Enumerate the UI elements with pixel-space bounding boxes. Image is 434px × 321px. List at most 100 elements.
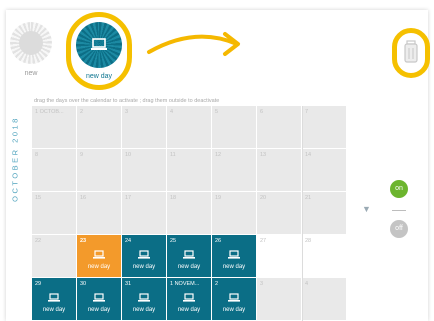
calendar-day-cell[interactable]: 3 (257, 278, 301, 320)
day-number: 1 OCTOB... (35, 109, 64, 115)
calendar-day-cell[interactable]: 12 (212, 149, 256, 191)
calendar-day-cell[interactable]: 5 (212, 106, 256, 148)
drag-hint-text: drag the days over the calendar to activ… (34, 98, 220, 104)
calendar-day-cell[interactable]: 25 new day (167, 235, 211, 277)
day-number: 16 (80, 195, 87, 201)
day-number: 11 (170, 152, 176, 158)
scroll-down-arrow-icon[interactable]: ▼ (362, 204, 371, 214)
day-number: 28 (305, 238, 312, 244)
calendar-day-cell[interactable]: 18 (167, 192, 211, 234)
calendar-grid: 1 OCTOB... 2 3 4 5 6 7 8 9 10 11 12 13 14 15 16 17 18 19 20… (32, 106, 346, 321)
day-number: 29 (35, 281, 42, 287)
day-label: new day (222, 307, 246, 313)
calendar-day-cell[interactable]: 13 (257, 149, 301, 191)
laptop-icon (93, 247, 105, 265)
toggle-on-button[interactable]: on (390, 180, 408, 198)
month-label-text: OCTOBER 2018 (10, 116, 20, 202)
calendar-day-cell[interactable]: 4 (302, 278, 346, 320)
day-number: 18 (170, 195, 177, 201)
laptop-icon (228, 290, 240, 308)
new-day-tile[interactable] (76, 22, 122, 68)
calendar-day-cell[interactable]: 23 new day (77, 235, 121, 277)
trash-icon[interactable] (404, 40, 418, 64)
day-label: new day (132, 307, 156, 313)
laptop-icon (91, 38, 107, 50)
calendar-day-cell[interactable]: 22 (32, 235, 76, 277)
calendar-day-cell[interactable]: 10 (122, 149, 166, 191)
laptop-icon (93, 290, 105, 308)
day-number: 2 (215, 281, 219, 287)
calendar-day-cell[interactable]: 29 new day (32, 278, 76, 320)
new-day-label: new day (85, 73, 113, 80)
laptop-icon (138, 290, 150, 308)
calendar-day-cell[interactable]: 4 (167, 106, 211, 148)
new-day-template-sun-icon[interactable] (10, 22, 52, 64)
calendar-day-cell[interactable]: 8 (32, 149, 76, 191)
drag-arrow-icon (147, 32, 240, 56)
calendar-day-cell[interactable]: 11 (167, 149, 211, 191)
day-label: new day (87, 264, 111, 270)
day-label: new day (177, 307, 201, 313)
day-number: 20 (260, 195, 267, 201)
calendar-day-cell[interactable]: 16 (77, 192, 121, 234)
day-number: 10 (125, 152, 132, 158)
day-number: 31 (125, 281, 132, 287)
calendar-day-cell[interactable]: 1 OCTOB... (32, 106, 76, 148)
day-number: 2 (80, 109, 84, 115)
day-label: new day (87, 307, 111, 313)
calendar-day-cell[interactable]: 3 (122, 106, 166, 148)
calendar-day-cell[interactable]: 28 (302, 235, 346, 277)
day-number: 26 (215, 238, 222, 244)
day-number: 7 (305, 109, 309, 115)
calendar-day-cell[interactable]: 27 (257, 235, 301, 277)
calendar-day-cell[interactable]: 24 new day (122, 235, 166, 277)
toggle-divider (392, 210, 406, 211)
day-label: new day (177, 264, 201, 270)
toggle-off-button[interactable]: off (390, 220, 408, 238)
day-number: 14 (305, 152, 312, 158)
day-number: 12 (215, 152, 222, 158)
day-number: 25 (170, 238, 177, 244)
day-number: 24 (125, 238, 132, 244)
calendar-day-cell[interactable]: 2 (77, 106, 121, 148)
calendar-day-cell[interactable]: 21 (302, 192, 346, 234)
calendar-day-cell[interactable]: 9 (77, 149, 121, 191)
day-number: 27 (260, 238, 267, 244)
calendar-divider (302, 106, 303, 321)
day-label: new day (132, 264, 156, 270)
calendar-day-cell[interactable]: 26 new day (212, 235, 256, 277)
day-number: 21 (305, 195, 312, 201)
calendar-day-cell[interactable]: 20 (257, 192, 301, 234)
day-number: 1 NOVEM... (170, 281, 200, 287)
calendar-day-cell[interactable]: 2 new day (212, 278, 256, 320)
day-number: 9 (80, 152, 84, 158)
day-number: 17 (125, 195, 132, 201)
calendar-day-cell[interactable]: 30 new day (77, 278, 121, 320)
day-label: new day (222, 264, 246, 270)
new-template-label: new (24, 70, 38, 77)
calendar-day-cell[interactable]: 19 (212, 192, 256, 234)
laptop-icon (48, 290, 60, 308)
month-label: OCTOBER 2018 (2, 104, 28, 214)
calendar-day-cell[interactable]: 31 new day (122, 278, 166, 320)
laptop-icon (183, 290, 195, 308)
day-number: 6 (260, 109, 264, 115)
calendar-day-cell[interactable]: 17 (122, 192, 166, 234)
calendar-day-cell[interactable]: 7 (302, 106, 346, 148)
day-number: 22 (35, 238, 42, 244)
calendar-day-cell[interactable]: 6 (257, 106, 301, 148)
day-number: 4 (305, 281, 309, 287)
calendar-day-cell[interactable]: 14 (302, 149, 346, 191)
day-number: 8 (35, 152, 39, 158)
day-number: 13 (260, 152, 267, 158)
day-number: 15 (35, 195, 42, 201)
calendar-day-cell[interactable]: 1 NOVEM... new day (167, 278, 211, 320)
day-number: 4 (170, 109, 174, 115)
day-number: 19 (215, 195, 222, 201)
calendar-day-cell[interactable]: 15 (32, 192, 76, 234)
day-number: 5 (215, 109, 219, 115)
day-number: 30 (80, 281, 87, 287)
day-label: new day (42, 307, 66, 313)
laptop-icon (183, 247, 195, 265)
day-number: 3 (125, 109, 129, 115)
